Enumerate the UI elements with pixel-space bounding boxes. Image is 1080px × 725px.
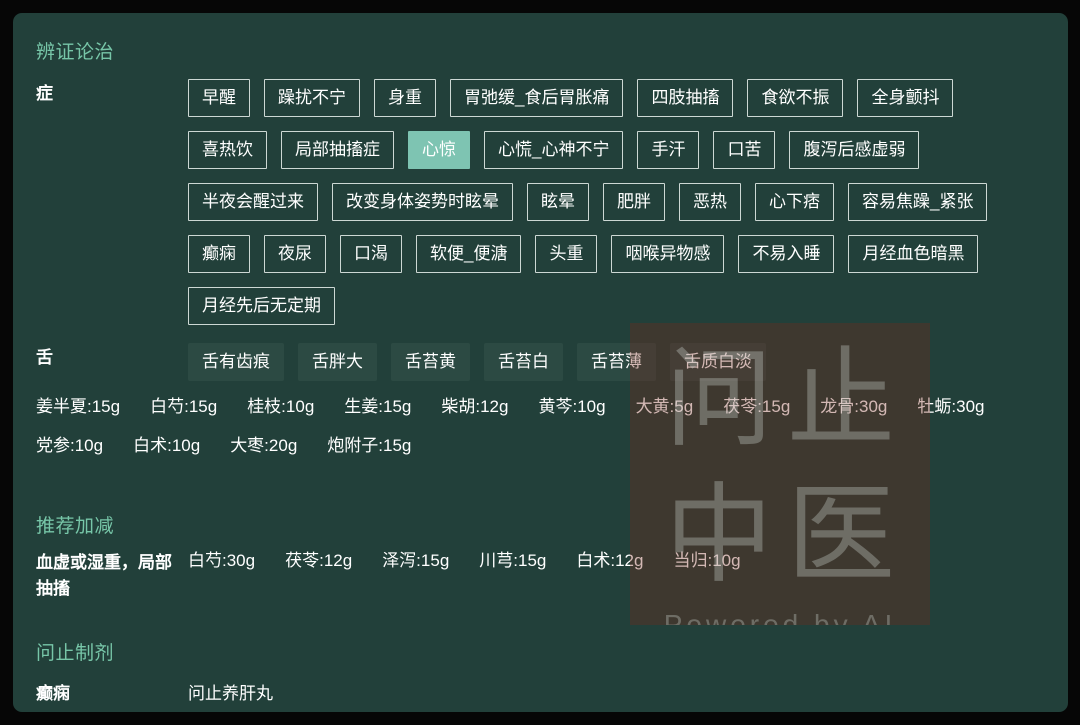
symptom-tag[interactable]: 口渴 [340, 235, 402, 273]
symptom-tag[interactable]: 癫痫 [188, 235, 250, 273]
tongue-tag[interactable]: 舌质白淡 [670, 343, 766, 381]
symptom-tag[interactable]: 头重 [535, 235, 598, 273]
recommend-entry-row: 血虚或湿重，局部抽搐 白芍:30g 茯苓:12g 泽泻:15g 川芎:15g 白术:12… [36, 550, 1058, 602]
symptom-tag[interactable]: 口苦 [713, 131, 776, 169]
watermark-line-3: Powered by AI [663, 609, 897, 625]
tongue-tag[interactable]: 舌胖大 [298, 343, 377, 381]
symptom-tag[interactable]: 心惊 [408, 131, 470, 169]
symptom-tag[interactable]: 咽喉异物感 [611, 235, 725, 273]
prescription-herb-item: 大黄:5g [635, 397, 694, 416]
recommend-herb-item: 川芎:15g [479, 551, 547, 570]
recommend-entry-label: 血虚或湿重，局部抽搐 [36, 553, 172, 598]
prescription-herb-item: 柴胡:12g [441, 397, 509, 416]
syndrome-card: 辨证论治 症 早醒 躁扰不宁 身重 胃弛缓_食后胃胀痛 四肢抽搐 食欲不振 全身颤抖喜热饮局… [13, 13, 1068, 712]
prescription-herb-item: 黄芩:10g [538, 397, 606, 416]
symptom-tag[interactable]: 眩晕 [527, 183, 589, 221]
recommend-herb-item: 当归:10g [673, 551, 741, 570]
prescription-herb-item: 龙骨:30g [820, 397, 888, 416]
tongue-tag[interactable]: 舌苔白 [484, 343, 563, 381]
symptom-tag[interactable]: 局部抽搐症 [281, 131, 394, 169]
section-title-syndrome: 辨证论治 [36, 42, 115, 63]
symptom-tag[interactable]: 喜热饮 [188, 131, 267, 169]
symptom-tag[interactable]: 四肢抽搐 [637, 79, 734, 117]
symptom-tag[interactable]: 月经血色暗黑 [848, 235, 979, 273]
symptom-row-label: 症 [36, 84, 53, 103]
recommend-herb-item: 白芍:30g [188, 551, 256, 570]
prescription-herb-item: 牡蛎:30g [917, 397, 985, 416]
prescription-herb-item: 生姜:15g [344, 397, 412, 416]
section-title-preparation: 问止制剂 [36, 643, 115, 664]
prescription-herb-item: 桂枝:10g [247, 397, 315, 416]
prescription-herb-item: 茯苓:15g [723, 397, 791, 416]
symptom-tag[interactable]: 半夜会醒过来 [188, 183, 318, 221]
prescription-herb-item: 白芍:15g [150, 397, 218, 416]
preparation-entry-row: 癫痫 问止养肝丸 [36, 679, 1058, 704]
preparation-entry-label: 癫痫 [36, 684, 70, 703]
section-title-recommend: 推荐加减 [36, 516, 115, 537]
recommend-herb-item: 白术:12g [576, 551, 644, 570]
tongue-row: 舌 舌有齿痕 舌胖大 舌苔黄 舌苔白 舌苔薄 舌质白淡 [36, 343, 1058, 393]
recommend-herb-item: 泽泻:15g [382, 551, 450, 570]
prescription-herb-item: 白术:10g [133, 436, 201, 455]
app-root: 辨证论治 症 早醒 躁扰不宁 身重 胃弛缓_食后胃胀痛 四肢抽搐 食欲不振 全身颤抖喜热饮局… [0, 0, 1080, 725]
symptom-tag[interactable]: 软便_便溏 [416, 235, 522, 273]
symptom-tag[interactable]: 全身颤抖 [857, 79, 954, 117]
symptom-tag[interactable]: 肥胖 [603, 183, 665, 221]
symptom-row: 症 早醒 躁扰不宁 身重 胃弛缓_食后胃胀痛 四肢抽搐 食欲不振 全身颤抖 喜热饮 局部抽搐症心… [36, 79, 1058, 339]
symptom-tag[interactable]: 容易焦躁_紧张 [848, 183, 988, 221]
symptom-tag[interactable]: 心下痞 [755, 183, 834, 221]
symptom-tag[interactable]: 月经先后无定期 [188, 287, 335, 325]
tongue-tag[interactable]: 舌有齿痕 [188, 343, 284, 381]
symptom-tag[interactable]: 食欲不振 [747, 79, 844, 117]
prescription-herb-item: 炮附子:15g [327, 436, 412, 455]
tongue-tag[interactable]: 舌苔黄 [391, 343, 470, 381]
tongue-tag-list: 舌有齿痕 舌胖大 舌苔黄 舌苔白 舌苔薄 舌质白淡 [188, 343, 1058, 393]
symptom-tag-list: 早醒 躁扰不宁 身重 胃弛缓_食后胃胀痛 四肢抽搐 食欲不振 全身颤抖 喜热饮 局部抽搐症 心惊心… [188, 79, 1058, 339]
prescription-herb-list: 姜半夏:15g 白芍:15g 桂枝:10g 生姜:15g 柴胡:12g 黄芩:10g 大黄:… [36, 398, 1056, 476]
symptom-tag[interactable]: 躁扰不宁 [264, 79, 360, 117]
symptom-tag[interactable]: 腹泻后感虚弱 [789, 131, 920, 169]
symptom-tag[interactable]: 不易入睡 [738, 235, 835, 273]
preparation-entry-value: 问止养肝丸 [188, 684, 273, 703]
symptom-tag[interactable]: 心慌_心神不宁 [484, 131, 624, 169]
prescription-herb-item: 党参:10g [36, 436, 104, 455]
symptom-tag[interactable]: 胃弛缓_食后胃胀痛 [450, 79, 624, 117]
symptom-tag[interactable]: 身重 [374, 79, 436, 117]
prescription-herb-item: 姜半夏:15g [36, 397, 121, 416]
symptom-tag[interactable]: 早醒 [188, 79, 250, 117]
prescription-herb-item: 大枣:20g [230, 436, 298, 455]
recommend-herb-item: 茯苓:12g [285, 551, 353, 570]
tongue-tag[interactable]: 舌苔薄 [577, 343, 656, 381]
recommend-herb-list: 白芍:30g 茯苓:12g 泽泻:15g 川芎:15g 白术:12g 当归:10g [188, 550, 1058, 579]
symptom-tag[interactable]: 手汗 [637, 131, 700, 169]
symptom-tag[interactable]: 夜尿 [264, 235, 326, 273]
symptom-tag[interactable]: 恶热 [679, 183, 741, 221]
tongue-row-label: 舌 [36, 348, 53, 367]
symptom-tag[interactable]: 改变身体姿势时眩晕 [332, 183, 513, 221]
